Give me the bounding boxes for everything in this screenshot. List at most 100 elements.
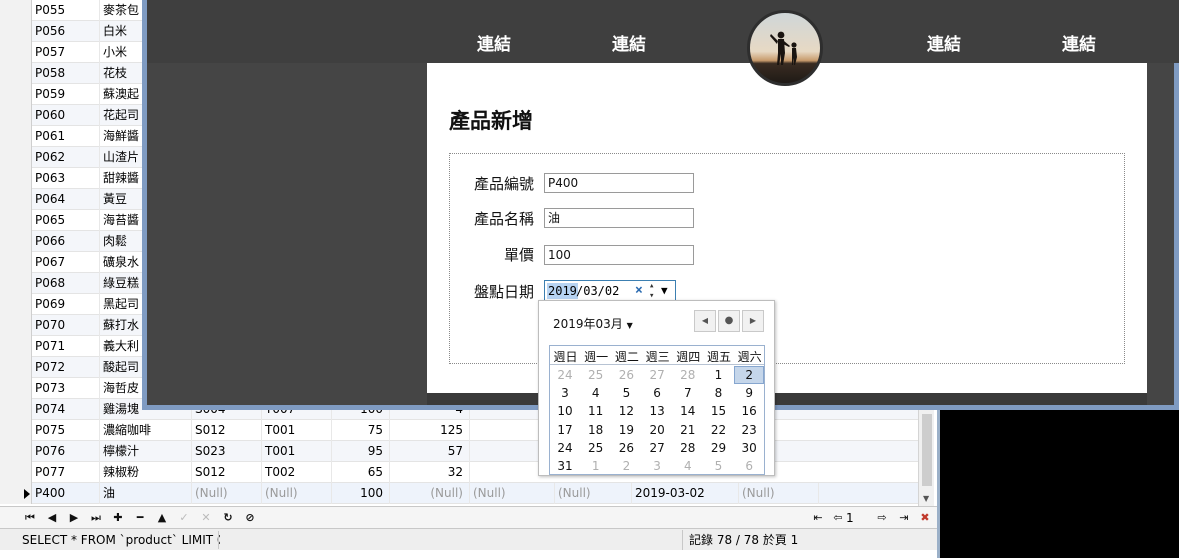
prev-page-icon[interactable]: ⇦ bbox=[830, 510, 846, 526]
calendar-day[interactable]: 25 bbox=[581, 439, 611, 457]
table-cell[interactable]: 95 bbox=[332, 441, 390, 462]
stop-icon[interactable]: ⊘ bbox=[242, 510, 258, 526]
calendar-day[interactable]: 19 bbox=[611, 421, 641, 439]
last-page-icon[interactable]: ⇥ bbox=[896, 510, 912, 526]
calendar-day[interactable]: 23 bbox=[734, 421, 764, 439]
calendar-day[interactable]: 20 bbox=[642, 421, 672, 439]
calendar-day[interactable]: 24 bbox=[550, 439, 580, 457]
prev-record-icon[interactable]: ◀ bbox=[44, 510, 60, 526]
clear-date-icon[interactable]: × bbox=[635, 281, 643, 301]
table-cell[interactable]: 辣椒粉 bbox=[100, 462, 192, 483]
next-month-button[interactable]: ▶ bbox=[742, 310, 764, 332]
date-dropdown-icon[interactable]: ▼ bbox=[661, 281, 668, 301]
table-cell[interactable]: S012 bbox=[192, 420, 262, 441]
last-record-icon[interactable]: ⏭ bbox=[88, 510, 104, 526]
calendar-day[interactable]: 31 bbox=[550, 457, 580, 475]
table-cell[interactable]: T001 bbox=[262, 441, 332, 462]
table-cell[interactable]: P067 bbox=[32, 252, 100, 273]
row-header[interactable] bbox=[0, 441, 32, 462]
row-header[interactable] bbox=[0, 105, 32, 126]
calendar-day[interactable]: 15 bbox=[704, 402, 734, 420]
table-cell[interactable]: P066 bbox=[32, 231, 100, 252]
table-cell[interactable]: P073 bbox=[32, 378, 100, 399]
prev-month-button[interactable]: ◀ bbox=[694, 310, 716, 332]
row-header[interactable] bbox=[0, 147, 32, 168]
calendar-day[interactable]: 28 bbox=[673, 439, 703, 457]
calendar-day[interactable]: 27 bbox=[642, 366, 672, 384]
calendar-day[interactable]: 25 bbox=[581, 366, 611, 384]
table-cell[interactable]: 油 bbox=[100, 483, 192, 504]
table-cell[interactable]: P059 bbox=[32, 84, 100, 105]
refresh-icon[interactable]: ↻ bbox=[220, 510, 236, 526]
table-cell[interactable]: P062 bbox=[32, 147, 100, 168]
table-cell[interactable]: P055 bbox=[32, 0, 100, 21]
calendar-day[interactable]: 3 bbox=[642, 457, 672, 475]
row-header[interactable] bbox=[0, 399, 32, 420]
table-cell[interactable]: T001 bbox=[262, 420, 332, 441]
calendar-day[interactable]: 28 bbox=[673, 366, 703, 384]
calendar-day[interactable]: 6 bbox=[642, 384, 672, 402]
table-cell[interactable]: (Null) bbox=[390, 483, 470, 504]
table-cell[interactable]: P068 bbox=[32, 273, 100, 294]
tools-icon[interactable]: ✖ bbox=[917, 510, 933, 526]
table-cell[interactable]: (Null) bbox=[555, 483, 632, 504]
table-cell[interactable]: 65 bbox=[332, 462, 390, 483]
calendar-day[interactable]: 3 bbox=[550, 384, 580, 402]
row-header[interactable] bbox=[0, 357, 32, 378]
row-header[interactable] bbox=[0, 462, 32, 483]
row-header[interactable] bbox=[0, 231, 32, 252]
calendar-day[interactable]: 5 bbox=[704, 457, 734, 475]
calendar-day[interactable]: 7 bbox=[673, 384, 703, 402]
table-cell[interactable]: P058 bbox=[32, 63, 100, 84]
calendar-day[interactable]: 30 bbox=[734, 439, 764, 457]
calendar-day[interactable]: 10 bbox=[550, 402, 580, 420]
first-record-icon[interactable]: ⏮ bbox=[22, 510, 38, 526]
calendar-day[interactable]: 16 bbox=[734, 402, 764, 420]
price-field[interactable]: 100 bbox=[544, 245, 694, 265]
table-cell[interactable]: P076 bbox=[32, 441, 100, 462]
table-row[interactable]: P075 濃縮咖啡 S012 T001 75 125 bbox=[0, 420, 918, 441]
table-cell[interactable]: (Null) bbox=[262, 483, 332, 504]
next-page-icon[interactable]: ⇨ bbox=[874, 510, 890, 526]
table-cell[interactable]: S023 bbox=[192, 441, 262, 462]
calendar-day[interactable]: 18 bbox=[581, 421, 611, 439]
table-cell[interactable]: 檸檬汁 bbox=[100, 441, 192, 462]
date-year-segment[interactable]: 2019 bbox=[547, 283, 578, 299]
calendar-day[interactable]: 24 bbox=[550, 366, 580, 384]
scroll-thumb[interactable] bbox=[922, 414, 932, 486]
table-cell[interactable]: P070 bbox=[32, 315, 100, 336]
calendar-day[interactable]: 5 bbox=[611, 384, 641, 402]
table-cell[interactable]: P074 bbox=[32, 399, 100, 420]
calendar-day[interactable]: 17 bbox=[550, 421, 580, 439]
calendar-day[interactable]: 26 bbox=[611, 439, 641, 457]
table-cell[interactable]: 濃縮咖啡 bbox=[100, 420, 192, 441]
nav-link-2[interactable]: 連結 bbox=[612, 30, 646, 55]
calendar-day[interactable]: 29 bbox=[704, 439, 734, 457]
calendar-day[interactable]: 14 bbox=[673, 402, 703, 420]
table-cell[interactable]: P072 bbox=[32, 357, 100, 378]
nav-link-4[interactable]: 連結 bbox=[1062, 30, 1096, 55]
table-cell[interactable]: T002 bbox=[262, 462, 332, 483]
row-header[interactable] bbox=[0, 21, 32, 42]
table-cell[interactable]: P063 bbox=[32, 168, 100, 189]
delete-record-icon[interactable]: ━ bbox=[132, 510, 148, 526]
table-row[interactable]: P076 檸檬汁 S023 T001 95 57 bbox=[0, 441, 918, 462]
row-header[interactable] bbox=[0, 420, 32, 441]
row-header[interactable] bbox=[0, 168, 32, 189]
table-cell[interactable]: P069 bbox=[32, 294, 100, 315]
first-page-icon[interactable]: ⇤ bbox=[810, 510, 826, 526]
nav-link-3[interactable]: 連結 bbox=[927, 30, 961, 55]
row-header[interactable] bbox=[0, 294, 32, 315]
today-button[interactable]: ● bbox=[718, 310, 740, 332]
row-header[interactable] bbox=[0, 189, 32, 210]
calendar-day[interactable]: 27 bbox=[642, 439, 672, 457]
table-cell[interactable]: P057 bbox=[32, 42, 100, 63]
calendar-day[interactable]: 26 bbox=[611, 366, 641, 384]
row-header[interactable] bbox=[0, 336, 32, 357]
row-header[interactable] bbox=[0, 315, 32, 336]
page-number-input[interactable]: 1 bbox=[846, 510, 876, 526]
table-cell[interactable]: 57 bbox=[390, 441, 470, 462]
table-cell[interactable]: 32 bbox=[390, 462, 470, 483]
table-cell[interactable]: S012 bbox=[192, 462, 262, 483]
table-cell[interactable]: 125 bbox=[390, 420, 470, 441]
